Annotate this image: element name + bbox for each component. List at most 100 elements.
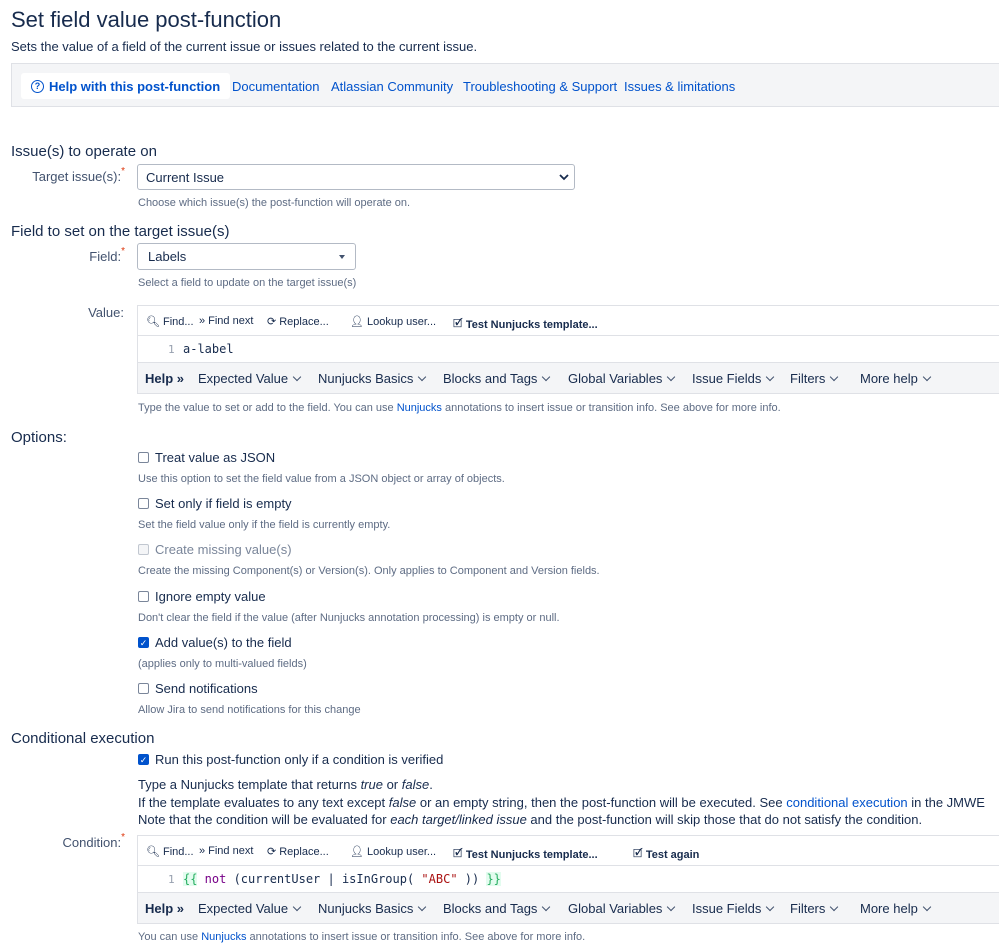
help-menu-row: Help » Expected Value Nunjucks Basics Bl… <box>138 893 999 923</box>
menu-more-help[interactable]: More help <box>860 371 932 386</box>
chevron-down-icon <box>667 372 676 382</box>
conditional-execution-link[interactable]: conditional execution <box>786 795 907 810</box>
field-description: Select a field to update on the target i… <box>138 277 357 289</box>
help-menu-row: Help » Expected Value Nunjucks Basics Bl… <box>138 363 999 393</box>
treat-json-label: Treat value as JSON <box>155 450 276 465</box>
troubleshooting-support-link[interactable]: Troubleshooting & Support <box>463 79 617 94</box>
chevron-down-icon <box>542 372 551 382</box>
treat-json-checkbox[interactable] <box>138 452 149 463</box>
chevron-down-icon <box>922 902 932 912</box>
find-button[interactable]: 🔍︎ Find... <box>146 845 194 859</box>
field-label: Field:* <box>89 246 125 264</box>
menu-nunjucks-basics[interactable]: Nunjucks Basics <box>318 371 427 386</box>
send-notifications-description: Allow Jira to send notifications for thi… <box>138 704 361 716</box>
add-values-description: (applies only to multi-valued fields) <box>138 658 307 670</box>
documentation-link[interactable]: Documentation <box>232 79 319 94</box>
chevron-down-icon <box>766 902 775 912</box>
chevron-down-icon <box>830 372 839 382</box>
chevron-down-icon <box>542 902 551 912</box>
menu-nunjucks-basics[interactable]: Nunjucks Basics <box>318 901 427 916</box>
issues-limitations-link[interactable]: Issues & limitations <box>624 79 735 94</box>
create-missing-checkbox <box>138 544 149 555</box>
help-toggle[interactable]: Help » <box>145 371 184 386</box>
atlassian-community-link[interactable]: Atlassian Community <box>331 79 453 94</box>
page-title: Set field value post-function <box>11 7 282 32</box>
help-toggle[interactable]: Help » <box>145 901 184 916</box>
add-values-label: Add value(s) to the field <box>155 635 292 650</box>
chevron-down-icon <box>418 902 427 912</box>
help-tab-label: Help with this post-function <box>49 78 221 94</box>
ignore-empty-description: Don't clear the field if the value (afte… <box>138 612 560 624</box>
test-template-button[interactable]: 🗹 Test Nunjucks template... <box>453 845 598 864</box>
page-subtitle: Sets the value of a field of the current… <box>11 39 478 54</box>
find-next-button[interactable]: » Find next <box>199 845 253 857</box>
target-issues-description: Choose which issue(s) the post-function … <box>138 197 411 209</box>
menu-blocks-tags[interactable]: Blocks and Tags <box>443 901 551 916</box>
code-text[interactable]: a-label <box>183 342 234 356</box>
test-icon: 🗹 <box>453 318 463 330</box>
field-section-heading: Field to set on the target issue(s) <box>11 223 230 240</box>
replace-icon: ⟳ <box>267 316 277 328</box>
menu-filters[interactable]: Filters <box>790 901 839 916</box>
target-issues-value: Current Issue <box>146 169 225 185</box>
double-chevron-right-icon: » <box>199 845 206 857</box>
conditional-heading: Conditional execution <box>11 730 155 747</box>
menu-expected-value[interactable]: Expected Value <box>198 371 302 386</box>
chevron-down-icon <box>830 902 839 912</box>
required-marker: * <box>121 246 125 257</box>
run-if-condition-label: Run this post-function only if a conditi… <box>155 752 444 767</box>
find-button[interactable]: 🔍︎ Find... <box>146 315 194 329</box>
send-notifications-checkbox[interactable] <box>138 683 149 694</box>
target-issues-select[interactable]: Current Issue <box>137 164 575 190</box>
menu-global-variables[interactable]: Global Variables <box>568 901 676 916</box>
menu-blocks-tags[interactable]: Blocks and Tags <box>443 371 551 386</box>
condition-description: You can use Nunjucks annotations to inse… <box>138 931 586 943</box>
field-select[interactable]: Labels <box>137 243 356 270</box>
test-template-button[interactable]: 🗹 Test Nunjucks template... <box>453 315 598 334</box>
menu-expected-value[interactable]: Expected Value <box>198 901 302 916</box>
test-icon: 🗹 <box>453 848 463 860</box>
menu-issue-fields[interactable]: Issue Fields <box>692 371 775 386</box>
find-next-button[interactable]: » Find next <box>199 315 253 327</box>
set-only-if-empty-checkbox[interactable] <box>138 498 149 509</box>
options-heading: Options: <box>11 429 67 446</box>
conditional-help-line-1: Type a Nunjucks template that returns tr… <box>138 777 433 792</box>
lookup-user-button[interactable]: 👤︎ Lookup user... <box>350 845 436 859</box>
test-icon: 🗹 <box>633 848 643 860</box>
menu-filters[interactable]: Filters <box>790 371 839 386</box>
replace-button[interactable]: ⟳ Replace... <box>267 845 329 859</box>
replace-icon: ⟳ <box>267 846 277 858</box>
condition-editor: 🔍︎ Find... » Find next ⟳ Replace... 👤︎ Looku… <box>137 835 999 924</box>
run-if-condition-checkbox[interactable]: ✓ <box>138 754 149 765</box>
double-chevron-right-icon: » <box>199 315 206 327</box>
lookup-user-button[interactable]: 👤︎ Lookup user... <box>350 315 436 329</box>
ignore-empty-checkbox[interactable] <box>138 591 149 602</box>
chevron-down-icon <box>292 372 302 382</box>
chevron-down-icon <box>766 372 775 382</box>
nunjucks-link[interactable]: Nunjucks <box>397 402 442 414</box>
set-only-if-empty-label: Set only if field is empty <box>155 496 292 511</box>
code-line[interactable]: 1 a-label <box>138 335 999 363</box>
replace-button[interactable]: ⟳ Replace... <box>267 315 329 329</box>
treat-json-description: Use this option to set the field value f… <box>138 473 505 485</box>
help-bar: ? Help with this post-function Documenta… <box>11 63 999 107</box>
add-values-checkbox[interactable]: ✓ <box>138 637 149 648</box>
conditional-help-line-2: If the template evaluates to any text ex… <box>138 795 985 810</box>
code-line[interactable]: 1 {{ not (currentUser | isInGroup( "ABC"… <box>138 865 999 893</box>
create-missing-label: Create missing value(s) <box>155 542 292 557</box>
condition-label: Condition:* <box>62 832 125 850</box>
help-tab-active[interactable]: ? Help with this post-function <box>21 73 231 99</box>
search-icon: 🔍︎ <box>146 846 160 858</box>
line-number: 1 <box>168 343 175 356</box>
chevron-down-icon <box>667 902 676 912</box>
menu-global-variables[interactable]: Global Variables <box>568 371 676 386</box>
nunjucks-link[interactable]: Nunjucks <box>201 931 246 943</box>
chevron-down-icon <box>922 372 932 382</box>
code-text[interactable]: {{ not (currentUser | isInGroup( "ABC" )… <box>183 872 501 886</box>
test-again-button[interactable]: 🗹 Test again <box>633 845 699 864</box>
issues-section-heading: Issue(s) to operate on <box>11 143 157 160</box>
chevron-down-icon <box>559 174 569 181</box>
create-missing-description: Create the missing Component(s) or Versi… <box>138 565 600 577</box>
menu-more-help[interactable]: More help <box>860 901 932 916</box>
menu-issue-fields[interactable]: Issue Fields <box>692 901 775 916</box>
